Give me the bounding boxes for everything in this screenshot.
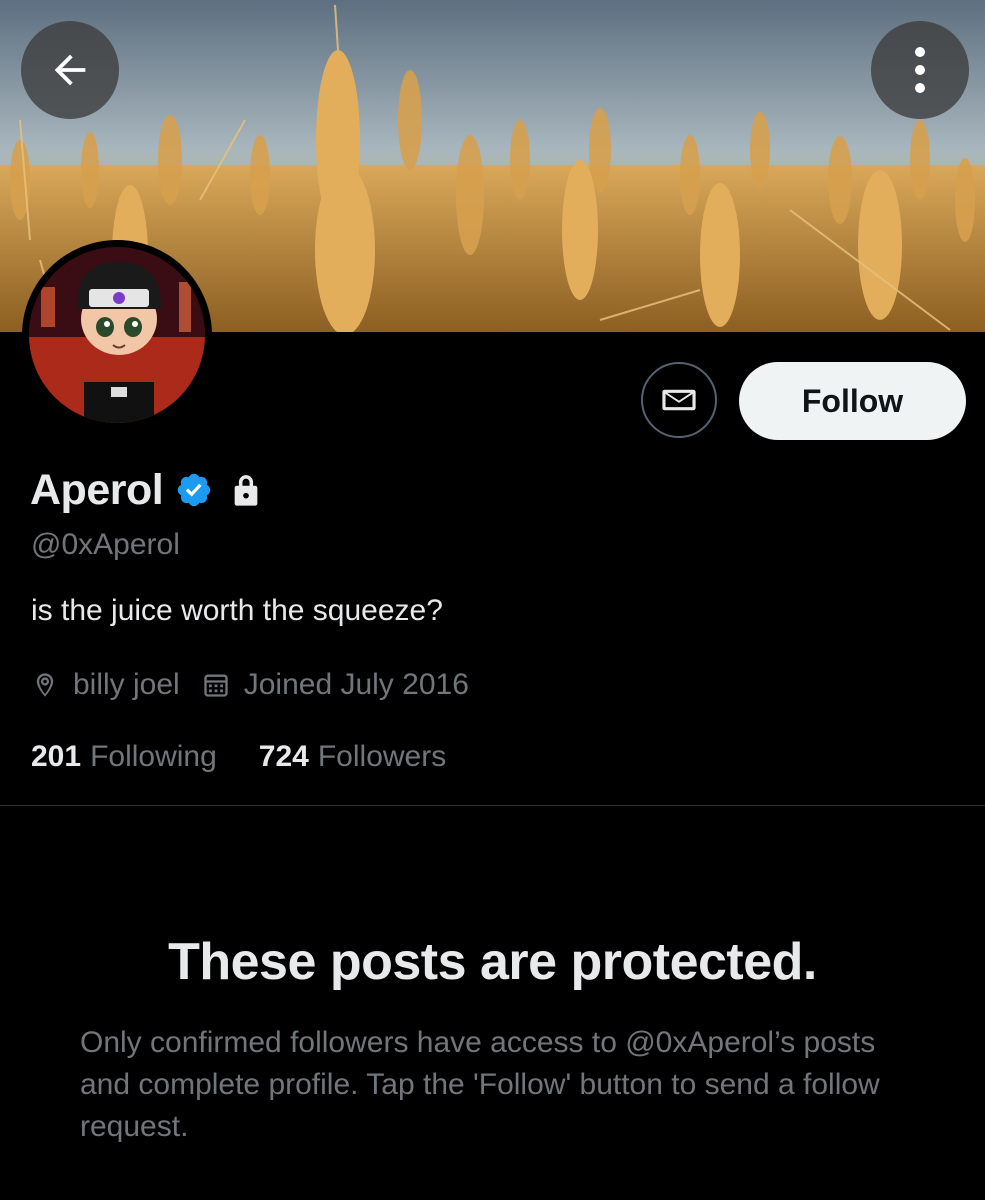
profile-meta: billy joel Joined July 2016: [31, 664, 469, 706]
followers-label: Followers: [317, 740, 447, 773]
profile-bio: is the juice worth the squeeze?: [31, 594, 443, 627]
lock-icon: [231, 473, 261, 507]
following-link[interactable]: 201 Following: [31, 740, 217, 774]
envelope-icon: [662, 389, 696, 411]
profile-joined: Joined July 2016: [202, 668, 469, 702]
more-options-button[interactable]: [871, 21, 969, 119]
profile-location: billy joel: [31, 668, 180, 702]
more-vertical-icon: [915, 47, 925, 93]
display-name: Aperol: [30, 465, 164, 514]
avatar[interactable]: [22, 240, 212, 430]
profile-name-row: Aperol: [30, 462, 261, 518]
calendar-icon: [202, 671, 230, 699]
profile-stats: 201 Following 724 Followers: [31, 736, 446, 778]
protected-title: These posts are protected.: [168, 933, 817, 991]
following-count: 201: [31, 740, 82, 773]
back-button[interactable]: [21, 21, 119, 119]
followers-link[interactable]: 724 Followers: [259, 740, 446, 774]
avatar-image: [29, 247, 205, 423]
verified-badge-icon[interactable]: [175, 471, 213, 509]
following-label: Following: [90, 740, 217, 773]
protected-message: Only confirmed followers have access to …: [80, 1026, 880, 1143]
location-pin-icon: [31, 671, 59, 699]
joined-text: Joined July 2016: [243, 668, 469, 701]
section-divider: [0, 805, 985, 806]
follow-button[interactable]: Follow: [739, 362, 966, 440]
followers-count: 724: [258, 740, 309, 773]
profile-handle: @0xAperol: [31, 528, 180, 561]
arrow-left-icon: [54, 54, 86, 86]
location-text: billy joel: [73, 668, 180, 701]
message-button[interactable]: [641, 362, 717, 438]
